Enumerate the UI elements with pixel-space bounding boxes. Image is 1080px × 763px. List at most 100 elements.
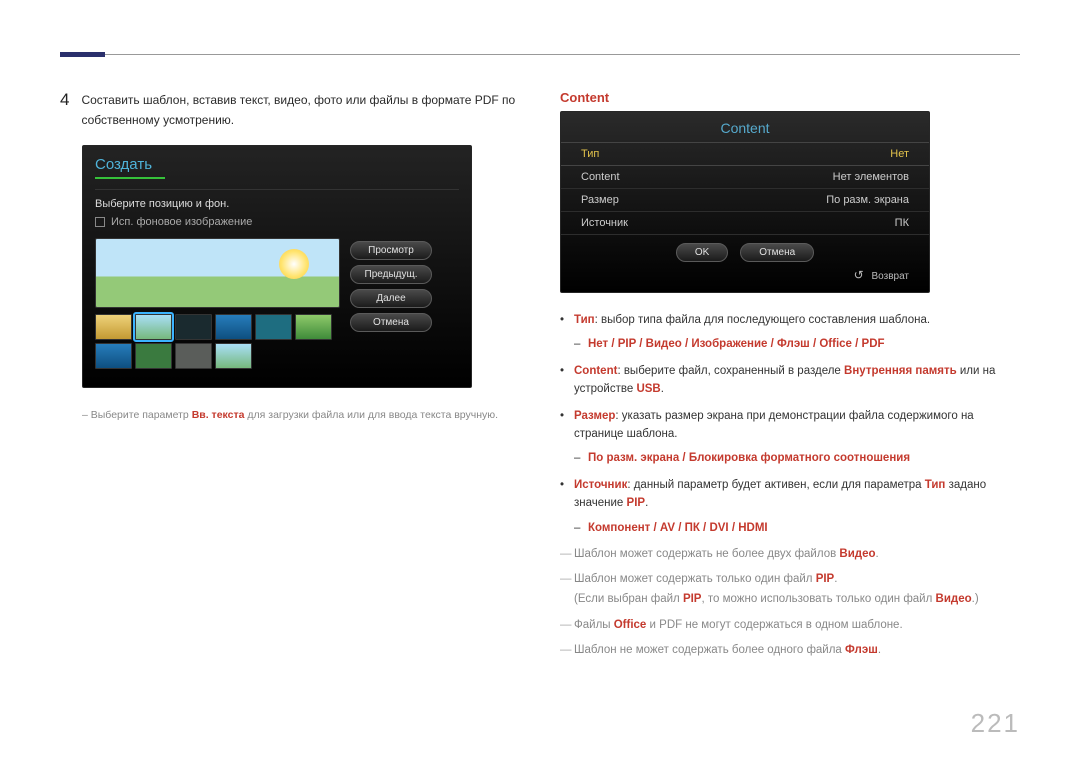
footnote-highlight: Вв. текста: [192, 409, 245, 421]
text: .): [972, 593, 979, 605]
create-dialog: Создать Выберите позицию и фон. Исп. фон…: [82, 145, 472, 388]
thumbnail-item[interactable]: [295, 314, 332, 340]
label: Content: [574, 365, 617, 377]
thumbnail-item[interactable]: [175, 343, 212, 369]
text: : указать размер экрана при демонстрации…: [574, 410, 974, 440]
highlight: PIP: [816, 573, 835, 585]
thumbnail-row-1: [95, 314, 340, 340]
return-label: Возврат: [872, 271, 910, 282]
thumbnail-item[interactable]: [135, 314, 172, 340]
label: Размер: [574, 410, 615, 422]
row-value: Нет элементов: [833, 171, 909, 183]
row-label: Размер: [581, 194, 619, 206]
page-top-divider: [60, 54, 1020, 55]
ok-button[interactable]: OK: [676, 243, 728, 262]
highlight: Видео: [936, 593, 972, 605]
row-label: Content: [581, 171, 620, 183]
row-value: ПК: [895, 217, 909, 229]
thumbnail-item[interactable]: [95, 314, 132, 340]
desc-size-options: По разм. экрана / Блокировка форматного …: [574, 449, 1020, 467]
thumbnail-item[interactable]: [175, 314, 212, 340]
row-value: Нет: [890, 148, 909, 160]
main-thumbnail[interactable]: [95, 238, 340, 308]
options: Компонент / AV / ПК / DVI / HDMI: [588, 522, 768, 534]
step-text: Составить шаблон, вставив текст, видео, …: [81, 90, 520, 131]
step-row: 4 Составить шаблон, вставив текст, видео…: [60, 90, 520, 131]
text: (Если выбран файл: [574, 593, 683, 605]
content-row-type[interactable]: Тип Нет: [561, 142, 929, 166]
text: Файлы: [574, 619, 614, 631]
create-dialog-title: Создать: [95, 156, 459, 173]
thumbnail-item[interactable]: [215, 314, 252, 340]
text: : выберите файл, сохраненный в разделе: [617, 365, 844, 377]
next-button[interactable]: Далее: [350, 289, 432, 308]
step-number: 4: [60, 90, 69, 131]
text: Шаблон не может содержать более одного ф…: [574, 644, 845, 656]
create-dialog-subtitle: Выберите позицию и фон.: [95, 198, 459, 210]
text: Шаблон может содержать не более двух фай…: [574, 548, 839, 560]
thumbnail-item[interactable]: [255, 314, 292, 340]
create-dialog-main: Просмотр Предыдущ. Далее Отмена: [95, 238, 459, 369]
row-label: Источник: [581, 217, 628, 229]
highlight: USB: [636, 383, 660, 395]
content-dialog: Content Тип Нет Content Нет элементов Ра…: [560, 111, 930, 293]
thumbnail-area: [95, 238, 340, 369]
footnote-text: – Выберите параметр: [82, 409, 192, 421]
options: Нет / PIP / Видео / Изображение / Флэш /…: [588, 338, 885, 350]
section-title-content: Content: [560, 90, 1020, 105]
description-list: Тип: выбор типа файла для последующего с…: [560, 311, 1020, 537]
cancel-button[interactable]: Отмена: [740, 243, 814, 262]
desc-tip-options: Нет / PIP / Видео / Изображение / Флэш /…: [574, 335, 1020, 353]
note-1: Шаблон может содержать не более двух фай…: [560, 545, 1020, 565]
desc-size: Размер: указать размер экрана при демонс…: [560, 407, 1020, 468]
highlight: Видео: [839, 548, 875, 560]
highlight: PIP: [683, 593, 702, 605]
row-value: По разм. экрана: [826, 194, 909, 206]
page-body: 4 Составить шаблон, вставив текст, видео…: [60, 90, 1020, 667]
highlight: Тип: [925, 479, 946, 491]
content-row-source[interactable]: Источник ПК: [561, 212, 929, 235]
text: : выбор типа файла для последующего сост…: [595, 314, 930, 326]
highlight: Флэш: [845, 644, 878, 656]
use-background-checkbox-row[interactable]: Исп. фоновое изображение: [95, 216, 459, 228]
cancel-button[interactable]: Отмена: [350, 313, 432, 332]
left-column: 4 Составить шаблон, вставив текст, видео…: [60, 90, 520, 667]
page-number: 221: [971, 708, 1020, 739]
thumbnail-item[interactable]: [215, 343, 252, 369]
content-row-content[interactable]: Content Нет элементов: [561, 166, 929, 189]
highlight: Office: [614, 619, 647, 631]
text: , то можно использовать только один файл: [701, 593, 935, 605]
content-dialog-title: Content: [561, 120, 929, 136]
row-label: Тип: [581, 148, 599, 160]
label: Тип: [574, 314, 595, 326]
preview-button[interactable]: Просмотр: [350, 241, 432, 260]
thumbnail-item[interactable]: [95, 343, 132, 369]
checkbox-label: Исп. фоновое изображение: [111, 216, 252, 228]
highlight: Внутренняя память: [844, 365, 957, 377]
text: и PDF не могут содержаться в одном шабло…: [646, 619, 902, 631]
thumbnail-row-2: [95, 343, 340, 369]
highlight: PIP: [627, 497, 646, 509]
footnote-text: для загрузки файла или для ввода текста …: [244, 409, 498, 421]
text: : данный параметр будет активен, если дл…: [627, 479, 924, 491]
options: По разм. экрана / Блокировка форматного …: [588, 452, 910, 464]
label: Источник: [574, 479, 627, 491]
return-row[interactable]: Возврат: [561, 262, 929, 282]
left-footnote: – Выберите параметр Вв. текста для загру…: [82, 408, 520, 423]
content-row-size[interactable]: Размер По разм. экрана: [561, 189, 929, 212]
note-3: Файлы Office и PDF не могут содержаться …: [560, 616, 1020, 636]
desc-tip: Тип: выбор типа файла для последующего с…: [560, 311, 1020, 354]
plain-notes: Шаблон может содержать не более двух фай…: [560, 545, 1020, 661]
text: Шаблон может содержать только один файл: [574, 573, 816, 585]
checkbox-icon[interactable]: [95, 217, 105, 227]
note-4: Шаблон не может содержать более одного ф…: [560, 641, 1020, 661]
divider: [95, 189, 459, 190]
progress-bar-segment: [95, 177, 165, 179]
create-dialog-buttons: Просмотр Предыдущ. Далее Отмена: [350, 238, 432, 332]
thumbnail-item[interactable]: [135, 343, 172, 369]
desc-source: Источник: данный параметр будет активен,…: [560, 476, 1020, 537]
right-column: Content Content Тип Нет Content Нет элем…: [560, 90, 1020, 667]
note-2: Шаблон может содержать только один файл …: [560, 570, 1020, 609]
desc-source-options: Компонент / AV / ПК / DVI / HDMI: [574, 519, 1020, 537]
previous-button[interactable]: Предыдущ.: [350, 265, 432, 284]
